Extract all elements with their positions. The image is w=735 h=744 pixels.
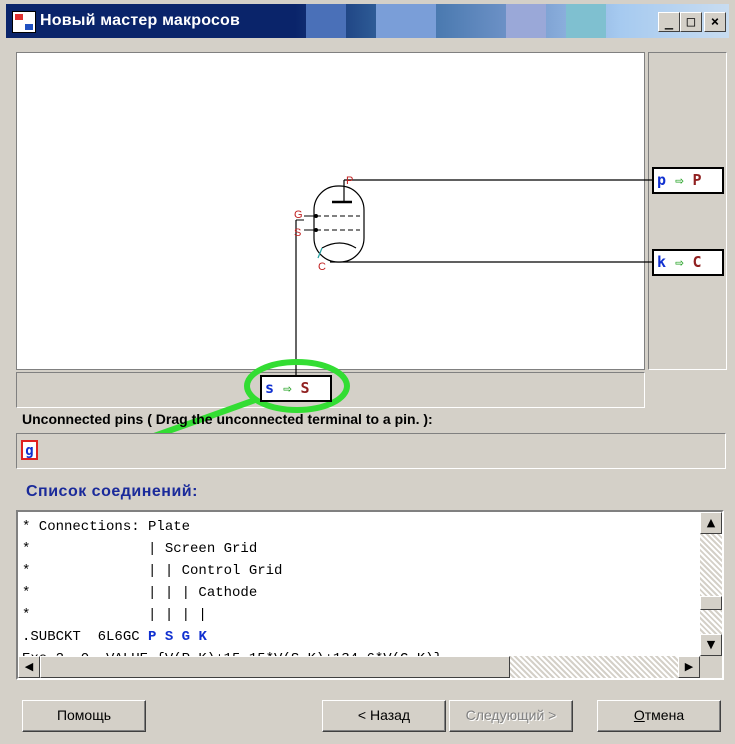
netlist-line: * | | | |: [22, 607, 207, 623]
netlist-line: * | | | Cathode: [22, 585, 258, 601]
cancel-button[interactable]: Отмена: [597, 700, 721, 732]
tube-label-s: S: [294, 227, 301, 239]
right-arrow-icon: ⇨: [675, 173, 684, 189]
right-arrow-icon: ⇨: [675, 255, 684, 271]
tube-label-g: G: [294, 209, 303, 221]
pin-p[interactable]: p ⇨ P: [652, 167, 724, 194]
back-button[interactable]: < Назад: [322, 700, 446, 732]
scroll-right-icon[interactable]: ▶: [678, 656, 700, 678]
scroll-left-icon[interactable]: ◀: [18, 656, 40, 678]
cancel-mnemonic: О: [633, 707, 645, 723]
unconnected-pins-area[interactable]: g: [16, 433, 726, 469]
horizontal-scroll-track[interactable]: [510, 656, 678, 678]
netlist-line: * Connections: Plate: [22, 519, 191, 535]
macro-wizard-window: Новый мастер макросов _ □ × P G S C p ⇨ …: [0, 0, 735, 744]
subckt-pin: K: [198, 629, 207, 645]
pin-k-lower: k: [657, 253, 667, 271]
subckt-line: .SUBCKT 6L6GC P S G K: [22, 626, 698, 648]
vertical-scrollbar[interactable]: ▲ ▼: [700, 512, 722, 656]
scroll-up-icon[interactable]: ▲: [700, 512, 722, 534]
subckt-pin: G: [181, 629, 191, 645]
unconnected-pins-label: Unconnected pins ( Drag the unconnected …: [22, 411, 433, 427]
vacuum-tube-icon[interactable]: P G S C: [294, 175, 365, 273]
netlist-line: * | | Control Grid: [22, 563, 283, 579]
vertical-scroll-thumb[interactable]: [700, 596, 722, 610]
tube-label-p: P: [346, 175, 353, 187]
pin-p-lower: p: [657, 171, 667, 189]
netlist-line: * | Screen Grid: [22, 541, 258, 557]
netlist-text[interactable]: * Connections: Plate * | Screen Grid * | |…: [22, 516, 698, 658]
subckt-pin: S: [164, 629, 174, 645]
pin-k[interactable]: k ⇨ C: [652, 249, 724, 276]
pin-p-upper: P: [692, 171, 702, 189]
unconnected-pin-g[interactable]: g: [21, 440, 38, 460]
netlist-editor[interactable]: * Connections: Plate * | Screen Grid * | |…: [16, 510, 724, 680]
scrollbar-corner: [700, 656, 722, 678]
right-arrow-icon: ⇨: [283, 381, 292, 397]
pin-s[interactable]: s ⇨ S: [260, 375, 332, 402]
next-button[interactable]: Следующий >: [449, 700, 573, 732]
horizontal-scrollbar[interactable]: ◀ ▶: [18, 656, 700, 678]
subckt-prefix: .SUBCKT 6L6GC: [22, 629, 149, 645]
cancel-label: тмена: [644, 707, 685, 723]
help-button[interactable]: Помощь: [22, 700, 146, 732]
horizontal-scroll-thumb[interactable]: [40, 656, 510, 678]
pin-k-upper: C: [692, 253, 702, 271]
pin-s-lower: s: [265, 379, 275, 397]
netlist-label: Список соединений:: [26, 483, 198, 500]
pin-s-upper: S: [300, 379, 310, 397]
tube-label-c: C: [318, 261, 326, 273]
scroll-down-icon[interactable]: ▼: [700, 634, 722, 656]
subckt-pin: P: [148, 629, 157, 645]
